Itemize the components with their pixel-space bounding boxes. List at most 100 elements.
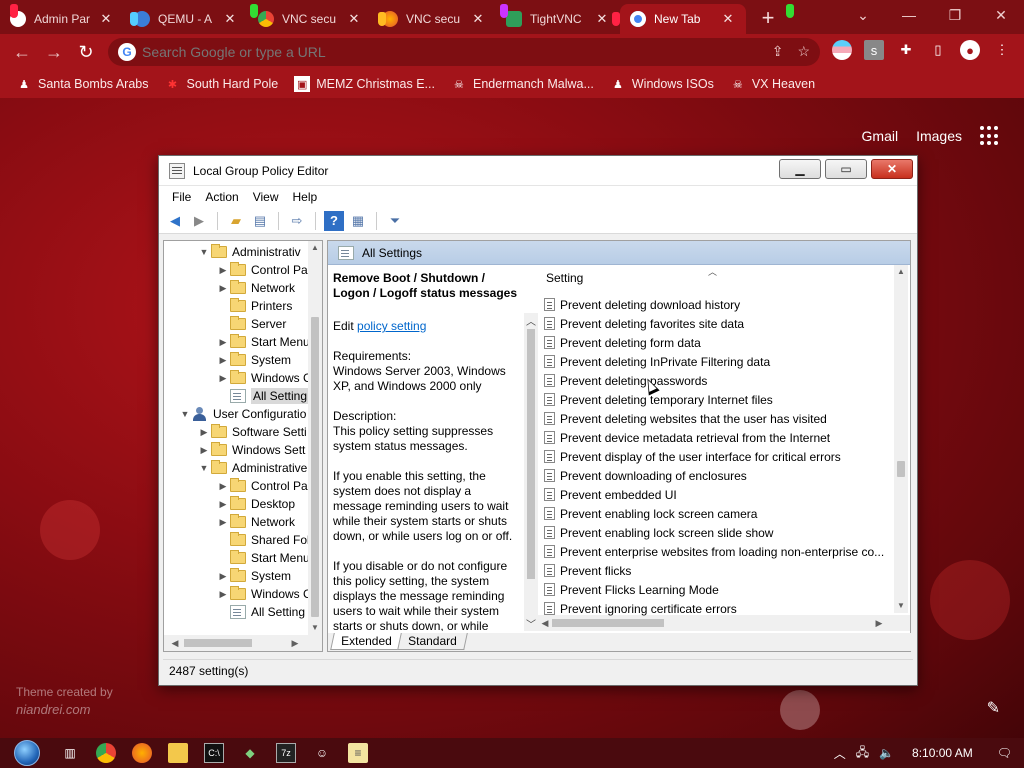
browser-tab[interactable]: TightVNC ✕	[496, 4, 620, 34]
notepadpp-icon[interactable]: ◆	[240, 743, 260, 763]
7zip-icon[interactable]: 7z	[276, 743, 296, 763]
list-vertical-scrollbar[interactable]: ▲ ▼	[894, 265, 908, 613]
expand-right-arrow-icon[interactable]: ▶	[216, 283, 230, 294]
expand-right-arrow-icon[interactable]: ▶	[216, 373, 230, 384]
setting-row[interactable]: Prevent deleting InPrivate Filtering dat…	[544, 352, 770, 371]
description-scrollbar[interactable]: ︿ ﹀	[524, 313, 538, 631]
cmd-icon[interactable]: C:\	[204, 743, 224, 763]
properties-icon[interactable]: ▦	[348, 211, 368, 231]
setting-row[interactable]: Prevent deleting passwords	[544, 371, 707, 390]
expand-right-arrow-icon[interactable]: ▶	[197, 445, 211, 456]
tree-node[interactable]: ▶ Windows C	[216, 369, 310, 387]
browser-tab[interactable]: VNC secu ✕	[372, 4, 496, 34]
setting-row[interactable]: Prevent deleting favorites site data	[544, 314, 744, 333]
expand-right-arrow-icon[interactable]: ▶	[197, 427, 211, 438]
expand-right-arrow-icon[interactable]: ▶	[216, 355, 230, 366]
close-button[interactable]: ✕	[871, 159, 913, 179]
setting-row[interactable]: Prevent ignoring certificate errors	[544, 599, 737, 618]
minimize-icon[interactable]: —	[886, 0, 932, 30]
puzzle-extensions-icon[interactable]: ✚	[896, 40, 916, 60]
scrollbar-thumb[interactable]	[311, 317, 319, 617]
notifications-icon[interactable]: 🗨	[997, 746, 1012, 760]
setting-row[interactable]: Prevent flicks	[544, 561, 631, 580]
scroll-up-arrow-icon[interactable]: ︿	[524, 313, 538, 328]
scroll-down-arrow-icon[interactable]: ▼	[308, 621, 322, 635]
share-icon[interactable]: ⇪	[772, 43, 784, 60]
browser-tab[interactable]: VNC secu ✕	[248, 4, 372, 34]
expand-right-arrow-icon[interactable]: ▶	[216, 337, 230, 348]
expand-down-arrow-icon[interactable]: ▼	[197, 247, 211, 257]
minimize-button[interactable]: ▁	[779, 159, 821, 179]
maximize-button[interactable]: ▭	[825, 159, 867, 179]
scroll-up-arrow-icon[interactable]: ▲	[894, 265, 908, 279]
bookmark-item[interactable]: ♟ Windows ISOs	[610, 76, 714, 92]
file-explorer-icon[interactable]	[168, 743, 188, 763]
tree-node[interactable]: ▶ Software Setti	[197, 423, 307, 441]
bookmark-item[interactable]: ✱ South Hard Pole	[164, 76, 278, 92]
menu-help[interactable]: Help	[286, 190, 325, 204]
side-panel-icon[interactable]: ▯	[928, 40, 948, 60]
expand-right-arrow-icon[interactable]: ▶	[216, 589, 230, 600]
tree-vertical-scrollbar[interactable]: ▲ ▼	[308, 241, 322, 635]
scrollbar-thumb[interactable]	[527, 329, 535, 579]
flag-extension-icon[interactable]	[832, 40, 852, 60]
back-arrow-icon[interactable]: ◀	[165, 211, 185, 231]
kebab-menu-icon[interactable]: ⋮	[992, 40, 1012, 60]
expand-right-arrow-icon[interactable]: ▶	[216, 517, 230, 528]
up-folder-icon[interactable]: ▰	[226, 211, 246, 231]
window-titlebar[interactable]: Local Group Policy Editor ▁ ▭ ✕	[159, 156, 917, 186]
expand-right-arrow-icon[interactable]: ▶	[216, 481, 230, 492]
start-button[interactable]	[10, 738, 44, 768]
tree-horizontal-scrollbar[interactable]: ◀ ▶	[164, 635, 322, 651]
profile-avatar-icon[interactable]: ●	[960, 40, 980, 60]
reload-icon[interactable]: ↻	[70, 36, 102, 68]
expand-right-arrow-icon[interactable]: ▶	[216, 265, 230, 276]
browser-tab-active[interactable]: New Tab ✕	[620, 4, 746, 34]
export-list-icon[interactable]: ⇨	[287, 211, 307, 231]
setting-row[interactable]: Prevent embedded UI	[544, 485, 677, 504]
expand-down-arrow-icon[interactable]: ▼	[178, 409, 192, 419]
tree-node[interactable]: Server	[216, 315, 286, 333]
setting-row[interactable]: Prevent enabling lock screen camera	[544, 504, 757, 523]
tree-node[interactable]: ▼ User Configuratio	[178, 405, 306, 423]
images-link[interactable]: Images	[916, 128, 962, 144]
expand-right-arrow-icon[interactable]: ▶	[216, 571, 230, 582]
setting-row[interactable]: Prevent deleting download history	[544, 295, 740, 314]
expand-down-arrow-icon[interactable]: ▼	[197, 463, 211, 473]
setting-row[interactable]: Prevent enabling lock screen slide show	[544, 523, 773, 542]
google-apps-icon[interactable]	[980, 126, 1000, 146]
edit-policy-setting-link[interactable]: policy setting	[357, 319, 426, 333]
tree-node[interactable]: ▶ Start Menu	[216, 333, 310, 351]
address-bar[interactable]: G ⇪ ☆	[108, 38, 820, 66]
scroll-down-arrow-icon[interactable]: ﹀	[524, 616, 538, 631]
s-extension-icon[interactable]: s	[864, 40, 884, 60]
tree-node[interactable]: ▶ Desktop	[216, 495, 295, 513]
customize-pencil-icon[interactable]: ✎	[987, 698, 1000, 718]
close-icon[interactable]: ✕	[222, 11, 238, 27]
scroll-right-arrow-icon[interactable]: ▶	[288, 635, 302, 651]
scroll-down-arrow-icon[interactable]: ▼	[894, 599, 908, 613]
forward-arrow-icon[interactable]: →	[38, 36, 70, 68]
restore-icon[interactable]: ❐	[932, 0, 978, 30]
scroll-left-arrow-icon[interactable]: ◀	[168, 635, 182, 651]
help-icon[interactable]: ?	[324, 210, 344, 231]
scrollbar-thumb[interactable]	[552, 619, 664, 627]
close-icon[interactable]: ✕	[720, 11, 736, 27]
bookmark-item[interactable]: ▣ MEMZ Christmas E...	[294, 76, 435, 92]
chrome-taskbar-icon[interactable]	[96, 743, 116, 763]
tree-node[interactable]: Shared Fol	[216, 531, 310, 549]
task-view-icon[interactable]: ▥	[60, 743, 80, 763]
setting-column-header[interactable]: Setting	[546, 271, 583, 285]
tree-node[interactable]: All Setting	[216, 603, 305, 621]
forward-arrow-icon[interactable]: ▶	[189, 211, 209, 231]
tree-node[interactable]: ▶ Network	[216, 513, 295, 531]
close-icon[interactable]: ✕	[346, 11, 362, 27]
bookmark-item[interactable]: ☠ Endermanch Malwa...	[451, 76, 594, 92]
tree-node[interactable]: ▼ Administrative	[197, 459, 307, 477]
theme-credit-site[interactable]: niandrei.com	[16, 701, 113, 718]
tree-node[interactable]: ▼ Administrativ	[197, 243, 301, 261]
tab-extended[interactable]: Extended	[330, 633, 403, 650]
tree-node[interactable]: All Setting	[216, 387, 310, 405]
new-tab-button[interactable]: +	[754, 4, 782, 32]
filter-icon[interactable]: ⏷	[385, 211, 405, 231]
